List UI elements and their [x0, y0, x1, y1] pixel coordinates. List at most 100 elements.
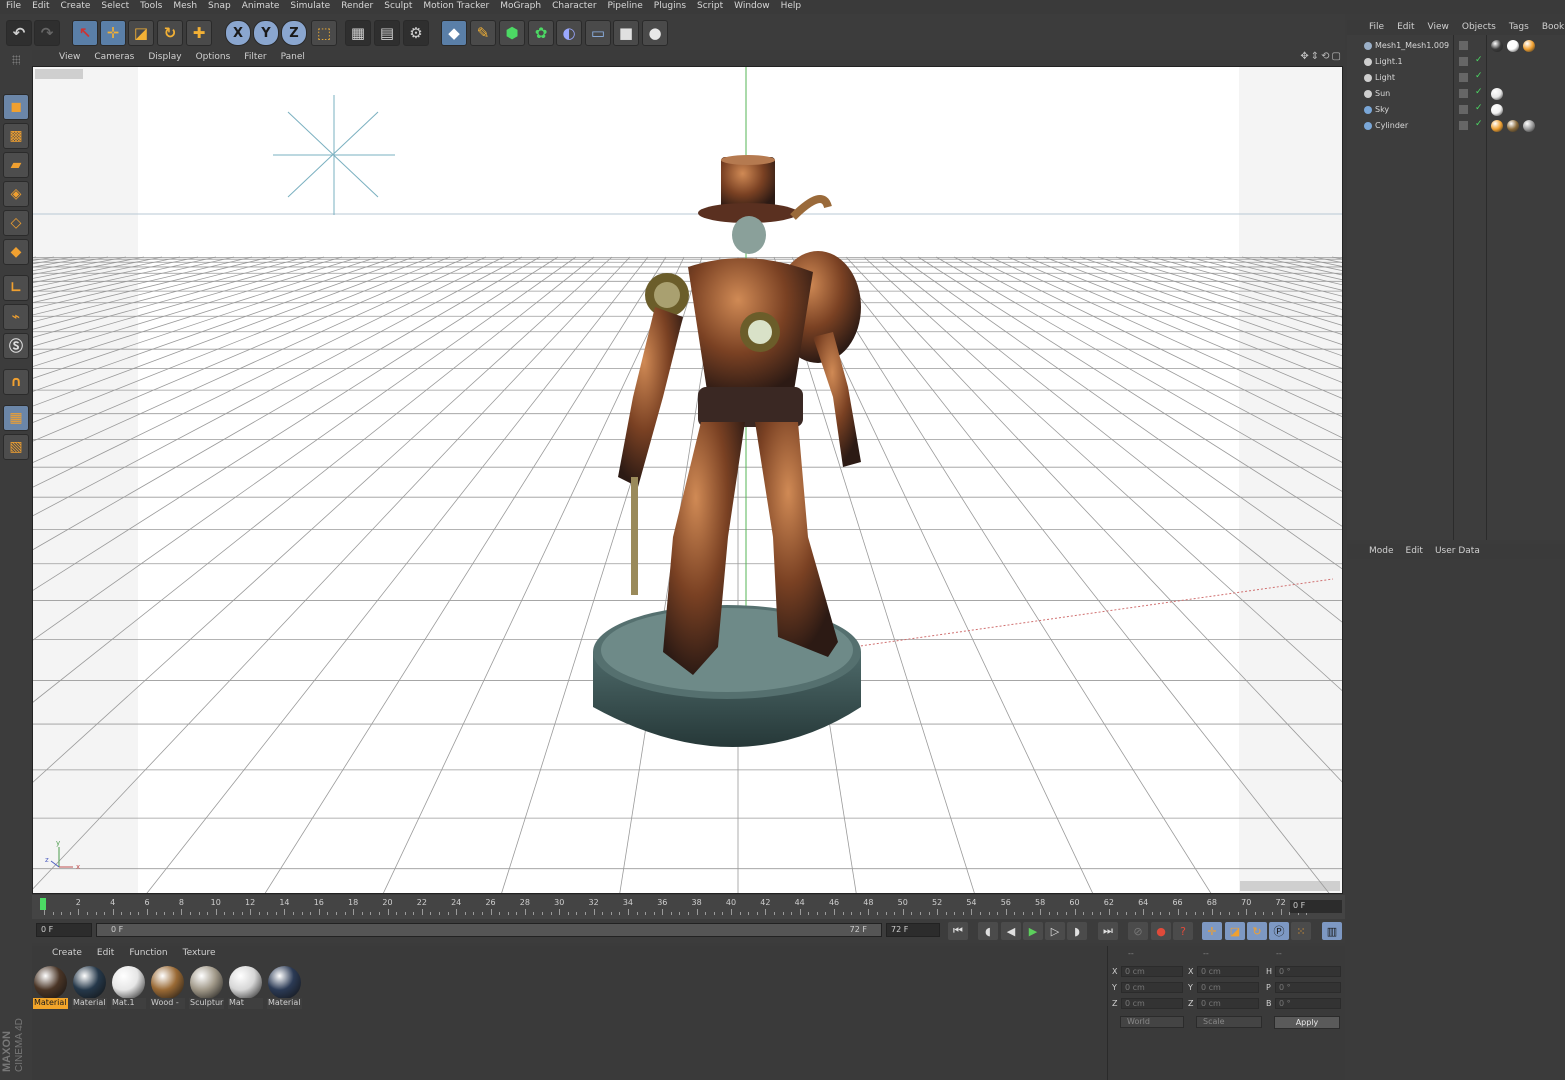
zoom-view-icon[interactable]: ⇕: [1311, 51, 1321, 62]
material-tag-icon[interactable]: [1491, 104, 1503, 116]
z-axis-lock-button[interactable]: Z: [281, 20, 307, 46]
apply-button[interactable]: Apply: [1274, 1016, 1340, 1029]
coord-size-field[interactable]: 0 cm: [1197, 998, 1259, 1009]
menu-window[interactable]: Window: [728, 0, 775, 14]
menu-mograph[interactable]: MoGraph: [494, 0, 546, 14]
material-tag-icon[interactable]: [1523, 40, 1535, 52]
material-swatch[interactable]: Mat.1: [111, 965, 146, 1009]
viewport-menu-display[interactable]: Display: [141, 50, 188, 66]
palette-gripper-icon[interactable]: [12, 55, 20, 65]
menu-select[interactable]: Select: [95, 0, 134, 14]
material-tag-icon[interactable]: [1523, 120, 1535, 132]
object-menu-edit[interactable]: Edit: [1391, 20, 1421, 35]
object-menu-tags[interactable]: Tags: [1503, 20, 1536, 35]
polygons-mode-icon[interactable]: ◆: [3, 239, 29, 265]
coord-rotation-field[interactable]: 0 °: [1275, 982, 1341, 993]
timeline-layout-icon[interactable]: ▥: [1322, 922, 1342, 940]
material-swatch[interactable]: Material: [33, 965, 68, 1009]
workplane-icon[interactable]: ▰: [3, 152, 29, 178]
subdivision-icon[interactable]: ⬢: [499, 20, 525, 46]
enabled-check-icon[interactable]: ✓: [1475, 55, 1483, 65]
coord-rotation-field[interactable]: 0 °: [1275, 998, 1341, 1009]
menu-script[interactable]: Script: [691, 0, 728, 14]
snapping-magnet-icon[interactable]: ∩: [3, 369, 29, 395]
material-tag-icon[interactable]: [1491, 88, 1503, 100]
keyframe-selection-icon[interactable]: ?: [1173, 922, 1193, 940]
scale-tool-icon[interactable]: ◪: [128, 20, 154, 46]
record-scale-icon[interactable]: ◪: [1225, 922, 1245, 940]
menu-file[interactable]: File: [0, 0, 26, 14]
record-keys-icon[interactable]: ⊘: [1128, 922, 1148, 940]
menu-sculpt[interactable]: Sculpt: [378, 0, 417, 14]
menu-motion-tracker[interactable]: Motion Tracker: [417, 0, 494, 14]
menu-simulate[interactable]: Simulate: [284, 0, 335, 14]
menu-help[interactable]: Help: [775, 0, 807, 14]
object-menu-bookmark[interactable]: Bookmark: [1536, 20, 1565, 35]
pan-view-icon[interactable]: ✥: [1300, 51, 1310, 62]
object-row[interactable]: Mesh1_Mesh1.009: [1347, 38, 1565, 54]
record-position-icon[interactable]: ✛: [1202, 922, 1222, 940]
render-picture-viewer-icon[interactable]: ▤: [374, 20, 400, 46]
texture-mode-icon[interactable]: ▩: [3, 123, 29, 149]
coord-size-field[interactable]: 0 cm: [1197, 982, 1259, 993]
next-frame-icon[interactable]: ▷: [1045, 922, 1065, 940]
enabled-check-icon[interactable]: ✓: [1475, 71, 1483, 81]
end-frame-field[interactable]: 72 F: [886, 923, 940, 937]
go-to-start-icon[interactable]: ⏮: [948, 922, 968, 940]
material-menu-create[interactable]: Create: [44, 946, 89, 960]
layer-flag-icon[interactable]: [1459, 89, 1468, 98]
material-menu-texture[interactable]: Texture: [175, 946, 223, 960]
points-mode-icon[interactable]: ◈: [3, 181, 29, 207]
timeline-ruler[interactable]: 0246810121416182022242628303234363840424…: [32, 895, 1345, 919]
layer-flag-icon[interactable]: [1459, 105, 1468, 114]
material-menu-edit[interactable]: Edit: [89, 946, 121, 960]
material-tag-icon[interactable]: [1507, 120, 1519, 132]
coord-size-field[interactable]: 0 cm: [1197, 966, 1259, 977]
viewport-menu-panel[interactable]: Panel: [274, 50, 312, 66]
rotate-tool-icon[interactable]: ↻: [157, 20, 183, 46]
preview-range-slider[interactable]: 0 F 72 F: [96, 923, 882, 937]
axis-mode-icon[interactable]: ∟: [3, 275, 29, 301]
material-tag-icon[interactable]: [1491, 40, 1503, 52]
toggle-view-icon[interactable]: ▢: [1332, 51, 1343, 62]
enabled-check-icon[interactable]: ✓: [1475, 119, 1483, 129]
coord-rotation-field[interactable]: 0 °: [1275, 966, 1341, 977]
menu-edit[interactable]: Edit: [26, 0, 54, 14]
material-menu-function[interactable]: Function: [121, 946, 174, 960]
viewport-menu-cameras[interactable]: Cameras: [87, 50, 141, 66]
last-tool-icon[interactable]: ✚: [186, 20, 212, 46]
material-swatch[interactable]: Material: [267, 965, 302, 1009]
object-row[interactable]: Sky ✓: [1347, 102, 1565, 118]
object-menu-view[interactable]: View: [1422, 20, 1456, 35]
object-menu-file[interactable]: File: [1363, 20, 1391, 35]
planar-workplane-icon[interactable]: ▧: [3, 434, 29, 460]
next-key-icon[interactable]: ◗: [1067, 922, 1087, 940]
cloner-icon[interactable]: ✿: [528, 20, 554, 46]
record-point-level-icon[interactable]: ⁙: [1291, 922, 1311, 940]
deformer-icon[interactable]: ◐: [556, 20, 582, 46]
auto-keying-icon[interactable]: ●: [1151, 922, 1171, 940]
menu-create[interactable]: Create: [55, 0, 96, 14]
attribute-menu-edit[interactable]: Edit: [1400, 544, 1429, 559]
coordinate-system-icon[interactable]: ⬚: [311, 20, 337, 46]
previous-frame-icon[interactable]: ◀: [1001, 922, 1021, 940]
menu-snap[interactable]: Snap: [202, 0, 236, 14]
menu-animate[interactable]: Animate: [236, 0, 285, 14]
render-settings-icon[interactable]: ⚙: [403, 20, 429, 46]
record-parameter-icon[interactable]: Ⓟ: [1269, 922, 1289, 940]
menu-render[interactable]: Render: [335, 0, 378, 14]
pen-spline-icon[interactable]: ✎: [470, 20, 496, 46]
camera-icon[interactable]: ■: [613, 20, 639, 46]
material-swatch[interactable]: Material: [72, 965, 107, 1009]
material-swatch[interactable]: Wood -: [150, 965, 185, 1009]
coord-position-field[interactable]: 0 cm: [1121, 998, 1183, 1009]
go-to-end-icon[interactable]: ⏭: [1098, 922, 1118, 940]
tweak-mode-icon[interactable]: ⌁: [3, 304, 29, 330]
play-forward-icon[interactable]: ▶: [1023, 922, 1043, 940]
object-column-divider[interactable]: [1453, 35, 1454, 540]
light-bulb-icon[interactable]: ●: [642, 20, 668, 46]
attribute-menu-user-data[interactable]: User Data: [1429, 544, 1486, 559]
orbit-view-icon[interactable]: ⟲: [1321, 51, 1331, 62]
viewport-menu-options[interactable]: Options: [189, 50, 238, 66]
timeline-playhead[interactable]: [40, 898, 46, 910]
